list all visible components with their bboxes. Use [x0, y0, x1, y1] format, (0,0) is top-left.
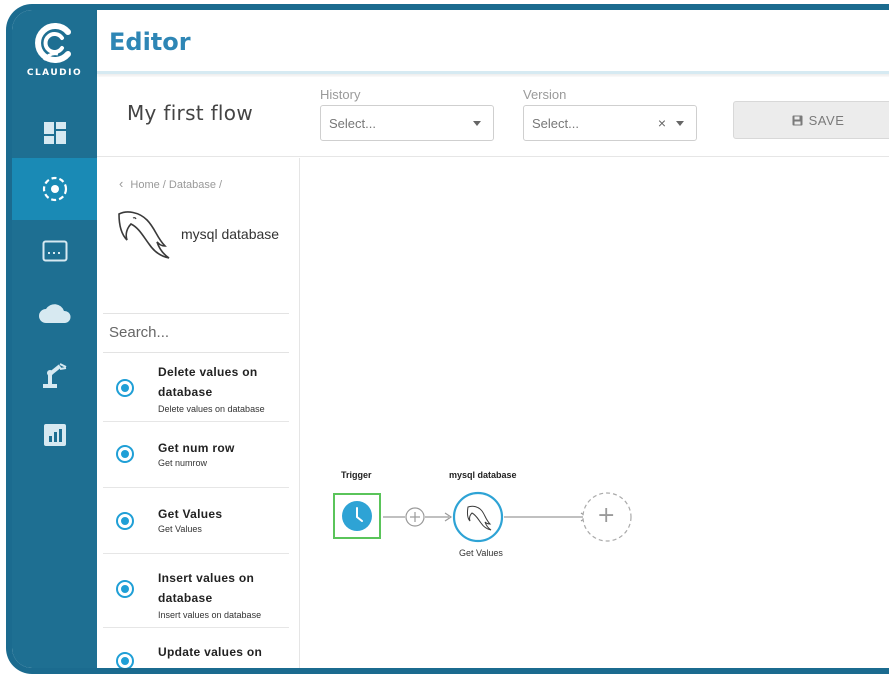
db-node-sublabel: Get Values	[459, 548, 503, 558]
report-chart-icon	[43, 424, 66, 446]
list-item-delete-values[interactable]: Delete values on database Delete values …	[103, 356, 289, 422]
radio-button[interactable]	[116, 445, 134, 463]
list-item-update-values[interactable]: Update values on	[103, 628, 289, 668]
nav-reports[interactable]	[12, 404, 97, 466]
cloud-icon	[38, 304, 71, 323]
breadcrumb[interactable]: ‹ Home / Database /	[119, 176, 222, 191]
top-header: Editor	[97, 10, 889, 74]
list-item-get-num-row[interactable]: Get num row Get numrow	[103, 422, 289, 488]
add-step-button[interactable]: +	[597, 503, 615, 528]
operation-title: Delete values on database	[158, 365, 258, 399]
radio-button[interactable]	[116, 652, 134, 668]
brand-name: CLAUDIO	[26, 68, 83, 78]
operation-title: Get Values	[158, 507, 223, 521]
floppy-disk-icon	[792, 115, 803, 125]
operation-title: Update values on	[158, 645, 263, 659]
nav-terminal[interactable]	[12, 220, 97, 282]
operation-subtitle: Insert values on database	[158, 610, 262, 620]
terminal-icon	[42, 240, 67, 262]
history-select-value: Select...	[329, 115, 376, 131]
flow-connectors	[383, 491, 632, 543]
save-button-label: SAVE	[808, 112, 845, 128]
flow-canvas[interactable]: Trigger mysql database Get Values +	[301, 158, 889, 668]
operations-panel: ‹ Home / Database / mysql database Searc…	[97, 158, 300, 668]
robot-arm-icon	[42, 363, 66, 388]
operation-title: Insert values on database	[158, 571, 255, 605]
app-window: CLAUDIO Editor My first flow History Sel…	[12, 10, 889, 668]
clear-icon[interactable]: ×	[658, 115, 666, 131]
radio-button[interactable]	[116, 379, 134, 397]
operation-title: Get num row	[158, 441, 235, 455]
chevron-down-icon	[473, 121, 481, 126]
list-item-get-values[interactable]: Get Values Get Values	[103, 488, 289, 554]
page-title: Editor	[109, 28, 191, 56]
version-label: Version	[523, 87, 567, 102]
flow-toolbar: My first flow History Select... Version …	[97, 77, 889, 157]
dashboard-icon	[43, 122, 66, 144]
mysql-dolphin-icon	[118, 211, 170, 259]
version-select-value: Select...	[532, 115, 579, 131]
operation-subtitle: Delete values on database	[158, 404, 265, 414]
operation-subtitle: Get numrow	[158, 458, 208, 468]
flow-target-icon	[42, 176, 67, 202]
nav-dashboard[interactable]	[12, 102, 97, 164]
nav-flows[interactable]	[12, 158, 97, 220]
nav-cloud[interactable]	[12, 282, 97, 344]
claudio-logo-icon	[34, 23, 71, 63]
list-item-insert-values[interactable]: Insert values on database Insert values …	[103, 554, 289, 628]
chevron-down-icon	[676, 121, 684, 126]
save-button[interactable]: SAVE	[733, 101, 889, 139]
brand-logo[interactable]: CLAUDIO	[12, 20, 97, 92]
search-input[interactable]: Search...	[103, 313, 289, 353]
history-label: History	[320, 87, 361, 102]
version-select[interactable]: Select... ×	[523, 105, 697, 141]
nav-rail: CLAUDIO	[12, 10, 97, 668]
radio-button[interactable]	[116, 512, 134, 530]
breadcrumb-path: Home / Database /	[130, 179, 223, 191]
history-select[interactable]: Select...	[320, 105, 494, 141]
device-frame: CLAUDIO Editor My first flow History Sel…	[6, 4, 889, 674]
database-name: mysql database	[181, 226, 280, 242]
nav-robots[interactable]	[12, 344, 97, 406]
radio-button[interactable]	[116, 580, 134, 598]
flow-name: My first flow	[127, 101, 253, 125]
chevron-left-icon: ‹	[119, 176, 124, 191]
operation-subtitle: Get Values	[158, 524, 202, 534]
operations-list: Delete values on database Delete values …	[103, 356, 289, 668]
